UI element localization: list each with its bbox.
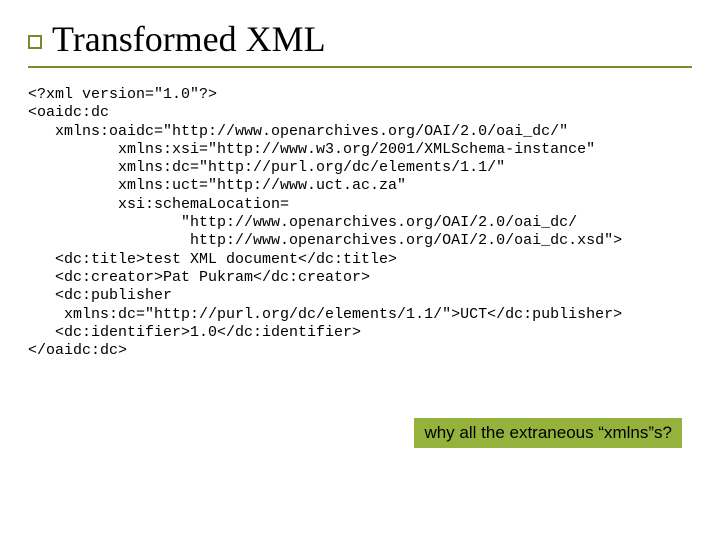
code-line: <dc:title>test XML document</dc:title>: [28, 251, 397, 268]
xml-code-block: <?xml version="1.0"?> <oaidc:dc xmlns:oa…: [28, 86, 692, 360]
title-bullet-icon: [28, 35, 42, 49]
code-line: <dc:identifier>1.0</dc:identifier>: [28, 324, 361, 341]
code-line: </oaidc:dc>: [28, 342, 127, 359]
callout-box: why all the extraneous “xmlns”s?: [414, 418, 682, 448]
code-line: xmlns:uct="http://www.uct.ac.za": [28, 177, 406, 194]
code-line: http://www.openarchives.org/OAI/2.0/oai_…: [28, 232, 622, 249]
slide-title: Transformed XML: [52, 19, 326, 59]
code-line: <dc:publisher: [28, 287, 172, 304]
code-line: <?xml version="1.0"?>: [28, 86, 217, 103]
code-line: "http://www.openarchives.org/OAI/2.0/oai…: [28, 214, 577, 231]
code-line: xmlns:xsi="http://www.w3.org/2001/XMLSch…: [28, 141, 595, 158]
code-line: <oaidc:dc: [28, 104, 109, 121]
code-line: xsi:schemaLocation=: [28, 196, 289, 213]
slide: Transformed XML <?xml version="1.0"?> <o…: [0, 0, 720, 540]
code-line: xmlns:dc="http://purl.org/dc/elements/1.…: [28, 159, 505, 176]
code-line: xmlns:dc="http://purl.org/dc/elements/1.…: [28, 306, 622, 323]
callout-text: why all the extraneous “xmlns”s?: [424, 423, 672, 442]
code-line: xmlns:oaidc="http://www.openarchives.org…: [28, 123, 568, 140]
title-block: Transformed XML: [28, 18, 692, 68]
code-line: <dc:creator>Pat Pukram</dc:creator>: [28, 269, 370, 286]
